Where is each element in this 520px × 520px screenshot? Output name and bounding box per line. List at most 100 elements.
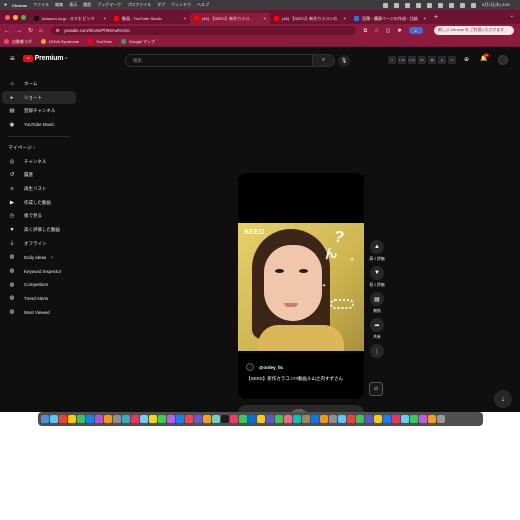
bookmark-item[interactable]: 自動着ラボ — [4, 39, 32, 45]
close-tab-icon[interactable]: × — [263, 16, 266, 21]
sidebar-item-daily-ideas[interactable]: ◍ Daily Ideas ↗ — [2, 251, 76, 265]
dock-app-icon[interactable] — [410, 415, 418, 423]
dock-app-icon[interactable] — [401, 415, 409, 423]
sidebar-heading-you[interactable]: マイページ › — [2, 141, 76, 155]
extension-stat[interactable]: 96 — [418, 56, 426, 64]
dock-app-icon[interactable] — [176, 415, 184, 423]
dock-app-icon[interactable] — [320, 415, 328, 423]
browser-tab[interactable]: 見積・購買ページの作成・比較 × — [350, 13, 430, 24]
channel-avatar[interactable] — [246, 363, 254, 371]
forward-icon[interactable]: → — [16, 28, 22, 34]
dock-app-icon[interactable] — [302, 415, 310, 423]
extension-icon[interactable]: ◫ — [386, 28, 391, 34]
dock-app-icon[interactable] — [383, 415, 391, 423]
extension-icon[interactable]: ▦ — [428, 56, 436, 64]
dock-app-icon[interactable] — [59, 415, 67, 423]
status-icon[interactable] — [426, 2, 432, 8]
status-icon[interactable] — [382, 2, 388, 8]
dock-app-icon[interactable] — [194, 415, 202, 423]
shorts-player[interactable]: SEED ? ん ✦ ✦ @ordey_llc 【SEED】新作カラコン!!!動… — [238, 173, 364, 399]
menu-clock[interactable]: 5月1日(木) 8:51 — [482, 2, 510, 8]
bookmark-star-icon[interactable]: ☆ — [374, 28, 378, 34]
menu-profiles[interactable]: プロファイル — [127, 2, 151, 8]
menu-help[interactable]: ヘルプ — [197, 2, 209, 8]
dock-app-icon[interactable] — [248, 415, 256, 423]
dock-app-icon[interactable] — [221, 415, 229, 423]
like-icon[interactable]: ▲ — [370, 240, 384, 254]
apple-menu-icon[interactable]: ● — [4, 2, 7, 8]
dock-app-icon[interactable] — [284, 415, 292, 423]
dock-app-icon[interactable] — [428, 415, 436, 423]
short-title[interactable]: 【SEED】新作カラコン!!!動画ル山之内すずさん — [246, 376, 358, 382]
dock-app-icon[interactable] — [347, 415, 355, 423]
bookmark-item[interactable]: Google マップ — [120, 39, 155, 45]
close-tab-icon[interactable]: × — [183, 16, 186, 21]
more-action[interactable]: ⋮ — [366, 344, 388, 358]
status-icon[interactable] — [393, 2, 399, 8]
sidebar-item-watch-later[interactable]: ◷ 後で見る — [2, 210, 76, 224]
extension-icon[interactable]: ◈ — [438, 56, 446, 64]
puzzle-icon[interactable]: ✱ — [397, 28, 401, 34]
dock-app-icon[interactable] — [158, 415, 166, 423]
sidebar-item-competitors[interactable]: ◍ Competitors — [2, 278, 76, 292]
dock-app-icon[interactable] — [131, 415, 139, 423]
next-short-preview[interactable] — [238, 405, 364, 412]
status-icon[interactable] — [404, 2, 410, 8]
menu-bookmarks[interactable]: ブックマーク — [97, 2, 121, 8]
dock-app-icon[interactable] — [338, 415, 346, 423]
search-button[interactable]: ⌕ — [312, 55, 334, 66]
dock-app-icon[interactable] — [50, 415, 58, 423]
dock-app-icon[interactable] — [230, 415, 238, 423]
minimize-window-icon[interactable] — [13, 14, 18, 20]
close-tab-icon[interactable]: × — [103, 16, 106, 21]
sidebar-item-shorts[interactable]: ▸ ショート — [2, 90, 76, 105]
browser-tab[interactable]: Amazon.co.jp : スマホ ピンマ × — [30, 13, 110, 24]
dock-app-icon[interactable] — [275, 415, 283, 423]
menu-icon[interactable]: ≡ — [10, 54, 15, 63]
dock-app-icon[interactable] — [86, 415, 94, 423]
extension-stat[interactable]: 2 — [388, 56, 396, 64]
menu-history[interactable]: 履歴 — [83, 2, 91, 8]
dock-app-icon[interactable] — [203, 415, 211, 423]
back-icon[interactable]: ← — [4, 28, 10, 34]
dock-app-icon[interactable] — [41, 415, 49, 423]
create-icon[interactable]: ⊕ — [464, 56, 469, 63]
close-tab-icon[interactable]: × — [423, 16, 426, 21]
dock-app-icon[interactable] — [293, 415, 301, 423]
comments-action[interactable]: ▤ 無効 — [366, 292, 388, 314]
share-icon[interactable]: ➦ — [370, 318, 384, 332]
dock-app-icon[interactable] — [140, 415, 148, 423]
status-icon[interactable] — [437, 2, 443, 8]
menu-app-name[interactable]: Chrome — [12, 3, 27, 8]
dock-app-icon[interactable] — [122, 415, 130, 423]
dock-app-icon[interactable] — [311, 415, 319, 423]
extension-stat[interactable]: +6 — [448, 56, 456, 64]
profile-button[interactable]: ● — [408, 27, 423, 34]
more-options-icon[interactable]: ⋮ — [370, 344, 384, 358]
install-icon[interactable]: ⧉ — [364, 28, 368, 34]
sidebar-item-trend-alerts[interactable]: ◍ Trend Alerts — [2, 292, 76, 306]
home-icon[interactable]: ⌂ — [39, 28, 43, 34]
dock-app-icon[interactable] — [149, 415, 157, 423]
browser-tab[interactable]: (46) 【SEED】新作カラコンの × — [270, 13, 350, 24]
chrome-update-button[interactable]: 新しい Chrome を ご利用いただけます — [434, 26, 514, 35]
sidebar-item-music[interactable]: ◉ YouTube Music — [2, 118, 76, 132]
dock-app-icon[interactable] — [104, 415, 112, 423]
video-frame[interactable]: SEED ? ん ✦ ✦ — [238, 223, 364, 351]
address-url[interactable]: youtube.com/shorts/PhR6AuRcXn0 — [64, 28, 130, 33]
dock-app-icon[interactable] — [266, 415, 274, 423]
dislike-action[interactable]: ▼ 低く評価 — [366, 266, 388, 288]
youtube-logo[interactable]: Premium JP — [22, 54, 68, 62]
dock-app-icon[interactable] — [419, 415, 427, 423]
search-input[interactable]: 検索 — [133, 58, 312, 64]
menu-file[interactable]: ファイル — [33, 2, 49, 8]
comments-icon[interactable]: ▤ — [370, 292, 384, 306]
channel-handle[interactable]: @ordey_llc — [259, 365, 283, 370]
control-center-icon[interactable] — [470, 2, 476, 8]
menu-tab[interactable]: タブ — [157, 2, 165, 8]
dock-app-icon[interactable] — [212, 415, 220, 423]
dock-app-icon[interactable] — [365, 415, 373, 423]
sidebar-item-your-videos[interactable]: ▶ 作成した動画 — [2, 196, 76, 210]
dock-app-icon[interactable] — [113, 415, 121, 423]
voice-search-button[interactable]: 🎙 — [338, 55, 350, 67]
